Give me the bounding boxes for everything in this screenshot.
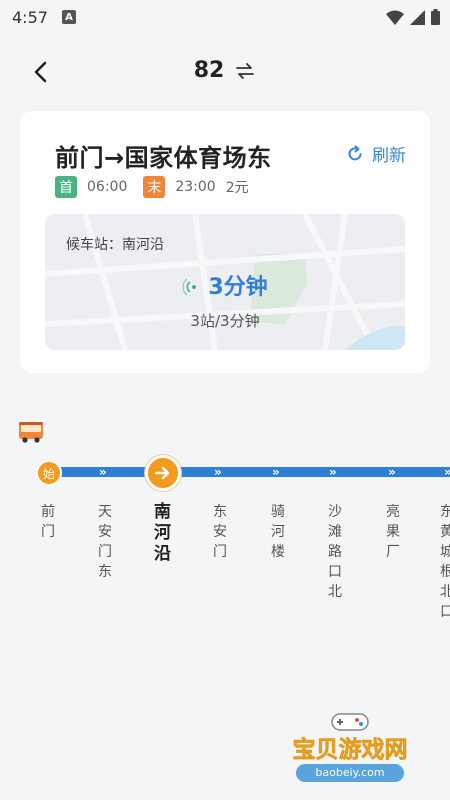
refresh-button[interactable]: 刷新 xyxy=(346,141,406,166)
wifi-icon xyxy=(386,10,404,25)
status-time: 4:57 xyxy=(12,7,48,27)
watermark-logo: 宝贝游戏网 baobeiy.com xyxy=(270,710,430,790)
first-bus-tag: 首 xyxy=(55,176,77,198)
eta-detail: 3站/3分钟 xyxy=(190,312,260,330)
direction-chevron: » xyxy=(214,465,222,479)
swap-direction-icon[interactable] xyxy=(234,60,256,82)
bus-icon xyxy=(19,422,43,443)
current-station-marker xyxy=(145,455,181,491)
battery-icon xyxy=(431,9,440,25)
eta-value: 3分钟 xyxy=(208,275,268,300)
direction-chevron: » xyxy=(99,465,107,479)
signal-icon xyxy=(410,9,425,25)
watermark-url: baobeiy.com xyxy=(296,764,404,782)
stop-item[interactable]: 天安门东 xyxy=(98,502,118,582)
arrow-right-icon xyxy=(155,466,170,480)
stop-item[interactable]: 沙滩路口北 xyxy=(328,502,348,602)
route-number: 82 xyxy=(193,58,225,83)
stop-item[interactable]: 亮果厂 xyxy=(386,502,406,562)
stop-item[interactable]: 骑河楼 xyxy=(271,502,291,562)
stop-item-current[interactable]: 南河沿 xyxy=(154,502,176,565)
header: 82 xyxy=(0,50,450,94)
direction-chevron: » xyxy=(388,465,396,479)
start-marker: 始 xyxy=(36,460,62,486)
stop-item[interactable]: 前门 xyxy=(41,502,61,542)
watermark-text: 宝贝游戏网 xyxy=(292,737,408,764)
status-bar: 4:57 A xyxy=(0,0,450,34)
eta: 3分钟 xyxy=(45,269,405,301)
waiting-station: 候车站：南河沿 xyxy=(66,237,164,253)
route-direction-title: 前门→国家体育场东 xyxy=(55,144,272,172)
direction-chevron: » xyxy=(272,465,280,479)
header-center: 82 xyxy=(0,58,450,83)
direction-chevron: » xyxy=(444,464,450,480)
stop-item[interactable]: 东安门 xyxy=(213,502,233,562)
signal-wave-icon xyxy=(182,278,197,296)
fare: 2元 xyxy=(225,180,249,196)
first-bus-time: 06:00 xyxy=(87,179,128,195)
last-bus-tag: 末 xyxy=(143,176,166,198)
stop-item[interactable]: 东黄城根北口 xyxy=(440,502,450,622)
route-info-card: 前门→国家体育场东 刷新 首 06:00 末 23:00 2元 候车站：南河沿 xyxy=(20,111,430,373)
service-times: 首 06:00 末 23:00 2元 xyxy=(55,176,249,198)
status-icons xyxy=(386,9,440,25)
last-bus-time: 23:00 xyxy=(175,179,216,195)
refresh-icon xyxy=(348,145,362,160)
refresh-label: 刷新 xyxy=(372,146,406,166)
map-preview[interactable]: 候车站：南河沿 3分钟 3站/3分钟 xyxy=(45,214,405,350)
app-notification-icon: A xyxy=(61,10,76,24)
direction-chevron: » xyxy=(329,465,337,479)
